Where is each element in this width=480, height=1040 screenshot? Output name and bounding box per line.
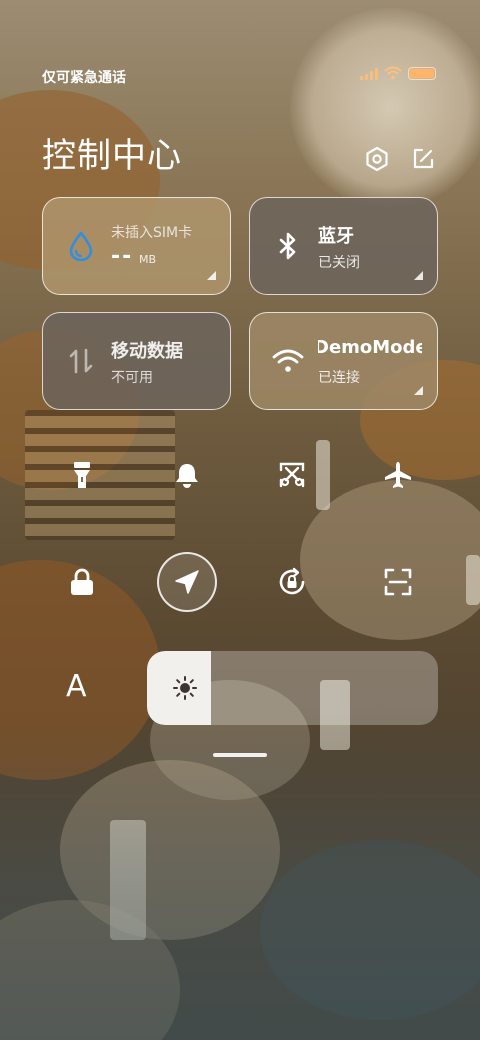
wallpaper-water [0,720,480,1040]
toggle-screenshot[interactable] [262,445,322,505]
toggle-bell[interactable] [157,445,217,505]
location-arrow-icon [175,570,199,594]
bluetooth-tile-title: 蓝牙 [318,226,354,247]
scan-icon [384,568,412,596]
flashlight-icon [74,462,90,488]
bell-icon [176,464,198,488]
toggle-airplane[interactable] [368,445,428,505]
toggle-scanner[interactable] [368,552,428,612]
wifi-status-icon [384,66,402,80]
expand-corner-icon [414,386,423,395]
wallpaper-moon [290,8,480,208]
edit-icon [413,148,434,169]
wifi-icon [272,345,304,377]
brightness-sun-icon [171,674,199,702]
expand-corner-icon [414,271,423,280]
rotation-lock-icon [279,567,305,595]
bluetooth-tile-status: 已关闭 [318,255,360,271]
tile-wifi[interactable]: DemoMode 已连接 [249,312,438,410]
scissors-icon [279,462,305,488]
wifi-tile-status: 已连接 [318,370,360,386]
settings-button[interactable] [362,144,392,174]
bluetooth-icon [272,230,304,262]
sim-tile-title: 未插入SIM卡 [111,225,193,241]
airplane-icon [385,462,411,488]
edit-button[interactable] [408,144,438,174]
mobile-data-tile-status: 不可用 [111,370,153,386]
auto-brightness-toggle[interactable]: A [66,669,87,704]
lock-icon [71,568,93,595]
mobile-data-tile-title: 移动数据 [111,341,183,362]
sim-tile-value: -- [111,244,134,269]
signal-icon [360,67,378,80]
home-indicator-handle[interactable] [213,753,267,757]
battery-icon [408,66,436,80]
page-title: 控制中心 [42,136,182,176]
toggle-location[interactable] [157,552,217,612]
tile-mobile-data[interactable]: 移动数据 不可用 [42,312,231,410]
hexagon-settings-icon [366,146,388,172]
data-arrows-icon [65,345,97,377]
brightness-slider[interactable] [147,651,438,725]
carrier-status: 仅可紧急通话 [42,70,126,86]
toggle-rotation-lock[interactable] [262,552,322,612]
wifi-tile-title: DemoMode [318,337,422,358]
status-icons [360,66,436,80]
toggle-lock[interactable] [52,552,112,612]
battery-fill [410,68,434,78]
sim-tile-unit: MB [139,253,157,266]
tile-bluetooth[interactable]: 蓝牙 已关闭 [249,197,438,295]
expand-corner-icon [207,271,216,280]
water-drop-icon [65,230,97,262]
tile-mobile-usage[interactable]: 未插入SIM卡 -- MB [42,197,231,295]
toggle-flashlight[interactable] [52,445,112,505]
